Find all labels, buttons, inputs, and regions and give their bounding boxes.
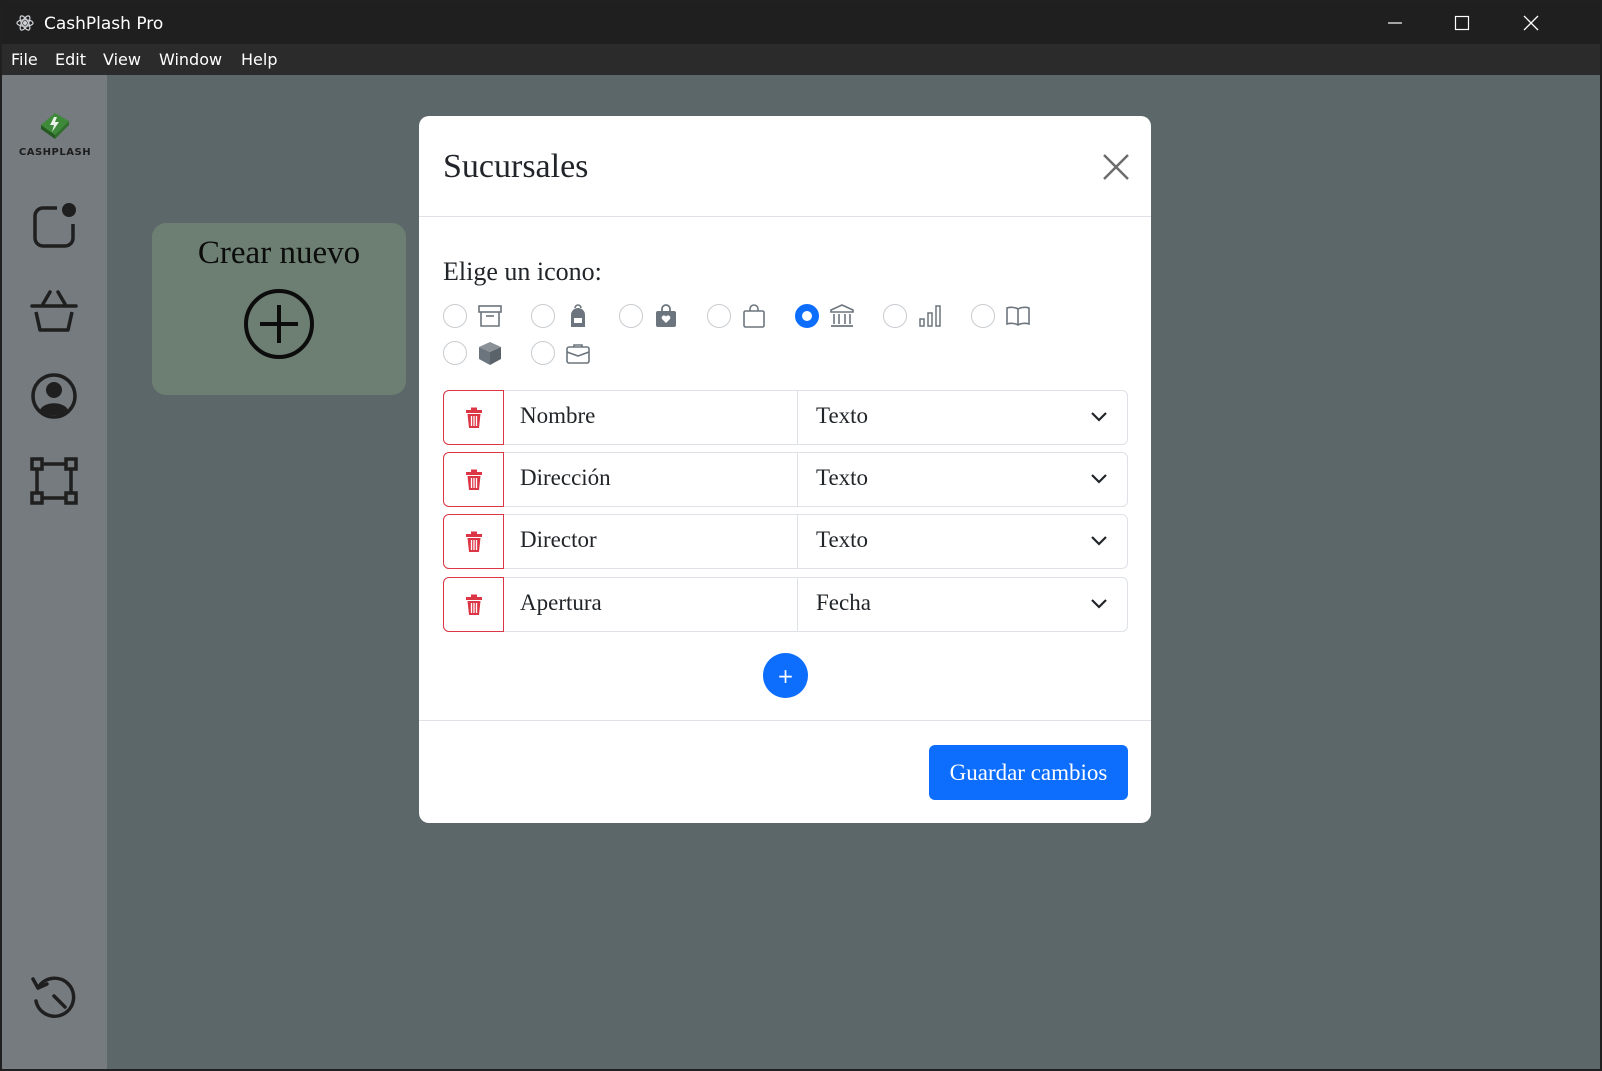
field-type-value: Fecha: [816, 590, 871, 615]
field-type-select[interactable]: Fecha: [798, 578, 1128, 631]
trash-icon: [465, 407, 482, 428]
icon-option-bank[interactable]: [795, 303, 865, 331]
history-icon: [31, 976, 76, 1018]
save-changes-button[interactable]: Guardar cambios: [929, 745, 1128, 800]
minimize-icon: [1388, 22, 1402, 24]
menu-help[interactable]: Help: [241, 50, 277, 69]
field-row: Apertura Fecha: [443, 577, 1128, 632]
icon-picker-label: Elige un icono:: [443, 257, 602, 286]
radio-briefcase[interactable]: [531, 341, 555, 365]
create-new-card[interactable]: Crear nuevo: [152, 223, 406, 395]
window-title: CashPlash Pro: [44, 14, 164, 34]
close-icon: [1523, 15, 1539, 31]
archive-icon: [478, 305, 502, 327]
radio-bag-heart[interactable]: [619, 304, 643, 328]
sidebar-item-profile[interactable]: [26, 368, 82, 424]
cashplash-logo[interactable]: CASHPLASH: [16, 111, 94, 169]
field-name-input[interactable]: Director: [504, 515, 798, 568]
close-icon[interactable]: [1101, 152, 1131, 182]
field-type-value: Texto: [816, 465, 869, 490]
bag-icon: [743, 304, 765, 328]
branches-modal: Sucursales Elige un icono: Nombre Texto …: [419, 116, 1151, 823]
chevron-down-icon: [1091, 536, 1107, 546]
radio-bag[interactable]: [707, 304, 731, 328]
modal-header: Sucursales: [419, 116, 1151, 217]
radio-box[interactable]: [443, 341, 467, 365]
radio-archive[interactable]: [443, 304, 467, 328]
menu-window[interactable]: Window: [159, 50, 222, 69]
sidebar-item-basket[interactable]: [26, 283, 82, 339]
sidebar-item-layout[interactable]: [26, 453, 82, 509]
field-type-select[interactable]: Texto: [798, 391, 1128, 444]
trash-icon: [465, 594, 482, 615]
close-window-button[interactable]: [1498, 2, 1564, 44]
maximize-icon: [1454, 15, 1470, 31]
field-name-input[interactable]: Apertura: [504, 578, 798, 631]
icon-option-bag[interactable]: [707, 303, 777, 331]
minimize-button[interactable]: [1362, 2, 1428, 44]
plus-circle-icon: [244, 289, 314, 359]
logo-text: CASHPLASH: [18, 147, 92, 158]
radio-book[interactable]: [971, 304, 995, 328]
title-bar: CashPlash Pro: [2, 2, 1600, 44]
delete-field-button[interactable]: [443, 390, 504, 445]
menu-bar: File Edit View Window Help: [2, 44, 1600, 75]
field-name-input[interactable]: Nombre: [504, 391, 798, 444]
field-row: Nombre Texto: [443, 390, 1128, 445]
trash-icon: [465, 469, 482, 490]
chevron-down-icon: [1091, 412, 1107, 422]
icon-option-bar-chart[interactable]: [883, 303, 953, 331]
field-row: Dirección Texto: [443, 452, 1128, 507]
chevron-down-icon: [1091, 599, 1107, 609]
create-new-title: Crear nuevo: [197, 235, 361, 271]
maximize-button[interactable]: [1429, 2, 1495, 44]
radio-bar-chart[interactable]: [883, 304, 907, 328]
bounding-box-icon: [30, 457, 78, 505]
notification-square-icon: [33, 203, 76, 248]
logo-mark-icon: [41, 113, 69, 139]
delete-field-button[interactable]: [443, 514, 504, 569]
basket-icon: [30, 290, 78, 332]
icon-option-book[interactable]: [971, 303, 1041, 331]
icon-option-backpack[interactable]: [531, 303, 601, 331]
field-type-select[interactable]: Texto: [798, 515, 1128, 568]
book-icon: [1006, 306, 1030, 326]
electron-icon: [16, 15, 34, 31]
sidebar: CASHPLASH: [2, 75, 107, 1069]
menu-file[interactable]: File: [11, 50, 38, 69]
box-icon: [479, 342, 501, 365]
icon-option-briefcase[interactable]: [531, 340, 601, 368]
add-field-button[interactable]: +: [763, 653, 808, 698]
trash-icon: [465, 531, 482, 552]
bank-icon: [830, 304, 854, 327]
menu-view[interactable]: View: [103, 50, 141, 69]
field-type-select[interactable]: Texto: [798, 453, 1128, 506]
delete-field-button[interactable]: [443, 452, 504, 507]
field-name-input[interactable]: Dirección: [504, 453, 798, 506]
radio-backpack[interactable]: [531, 304, 555, 328]
bar-chart-icon: [919, 305, 941, 327]
app-window: CashPlash Pro File Edit View Window Help…: [2, 2, 1600, 1069]
menu-edit[interactable]: Edit: [55, 50, 86, 69]
sidebar-item-history[interactable]: [26, 968, 82, 1024]
modal-footer: Guardar cambios: [419, 720, 1151, 823]
chevron-down-icon: [1091, 474, 1107, 484]
icon-option-box[interactable]: [443, 340, 513, 368]
delete-field-button[interactable]: [443, 577, 504, 632]
radio-bank[interactable]: [795, 304, 819, 328]
modal-title: Sucursales: [443, 148, 589, 185]
icon-option-bag-heart[interactable]: [619, 303, 689, 331]
user-circle-icon: [31, 373, 77, 419]
sidebar-item-notifications[interactable]: [26, 197, 82, 253]
field-type-value: Texto: [816, 527, 869, 552]
field-row: Director Texto: [443, 514, 1128, 569]
briefcase-icon: [566, 344, 590, 364]
field-type-value: Texto: [816, 403, 869, 428]
backpack-icon: [571, 304, 585, 327]
bag-heart-icon: [656, 304, 676, 327]
icon-option-archive[interactable]: [443, 303, 513, 331]
